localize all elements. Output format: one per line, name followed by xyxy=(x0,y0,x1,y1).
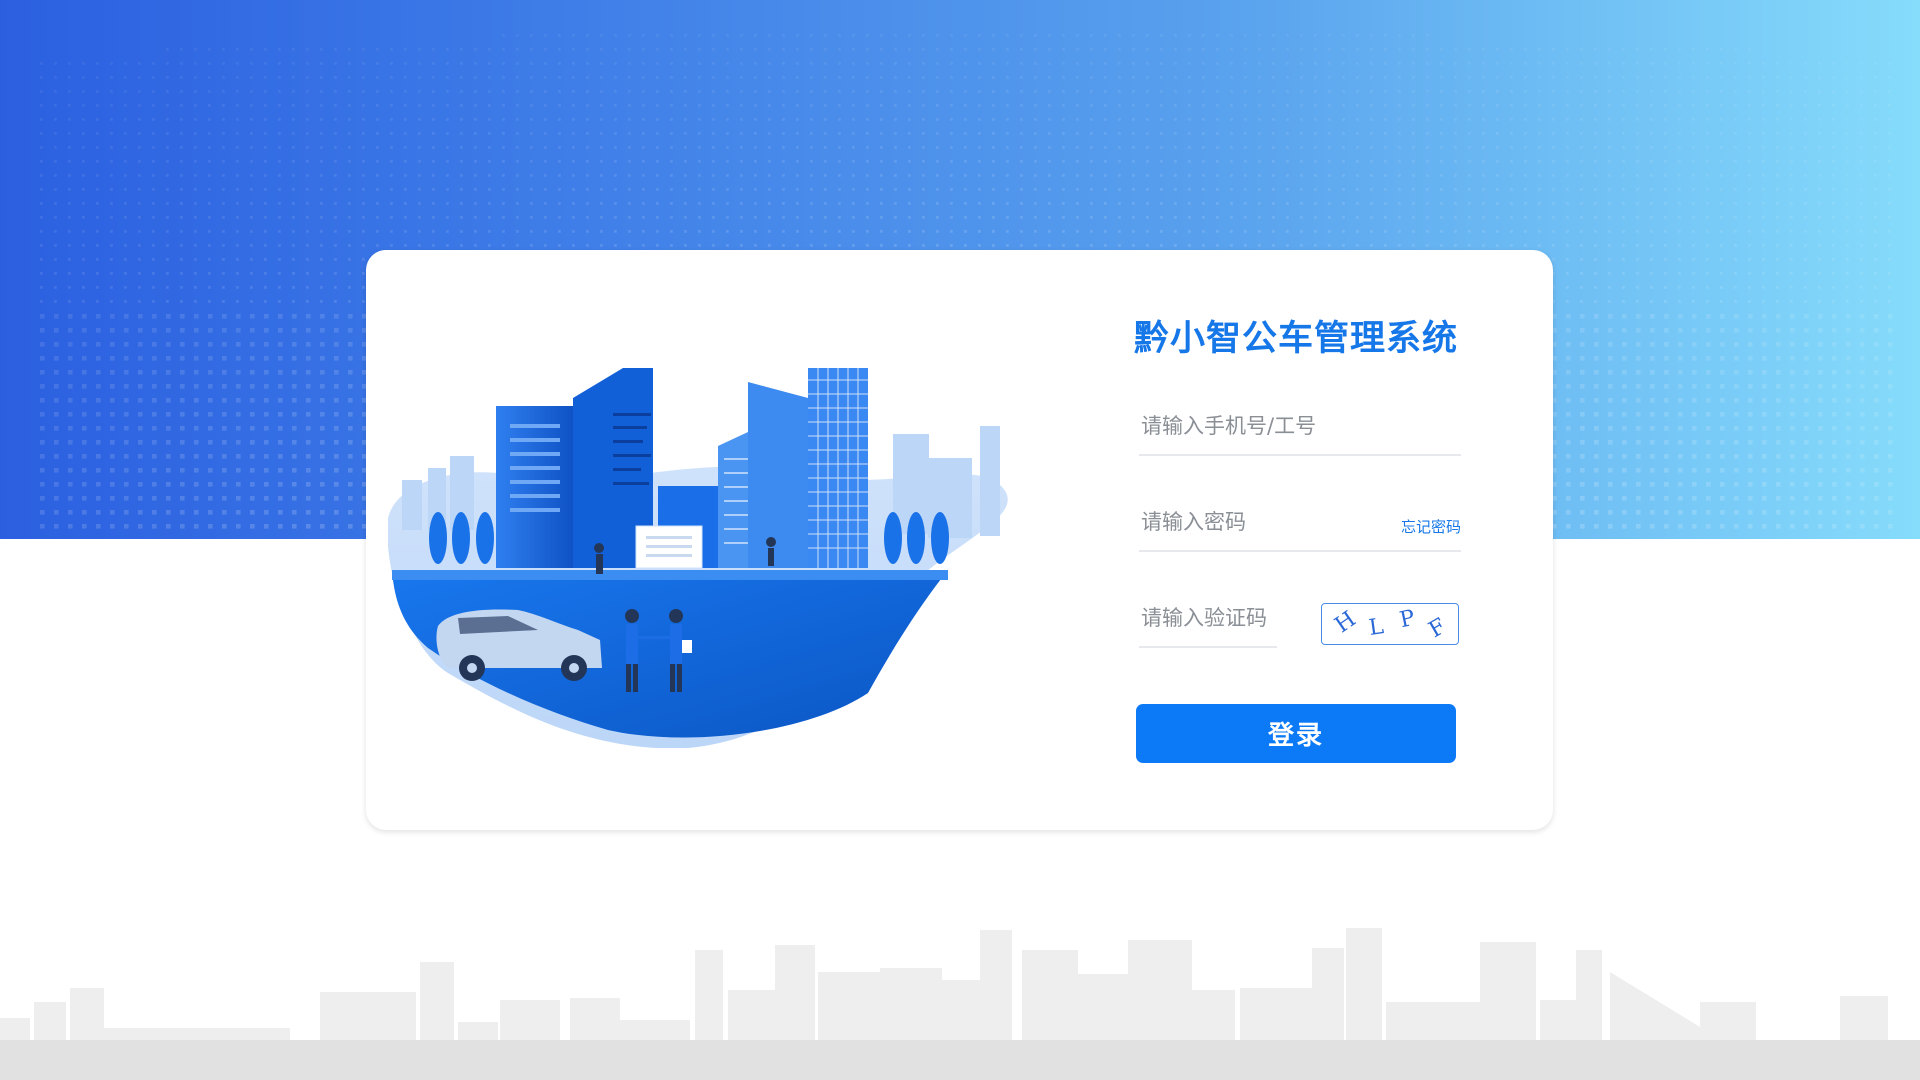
captcha-field xyxy=(1139,596,1281,648)
captcha-char: F xyxy=(1424,613,1451,644)
password-field: 忘记密码 xyxy=(1139,500,1465,552)
captcha-char: L xyxy=(1367,614,1386,641)
login-card: 黔小智公车管理系统 忘记密码 H L P F 登录 xyxy=(366,250,1553,830)
city-business-illustration xyxy=(388,368,1008,748)
phone-field xyxy=(1139,404,1465,456)
login-button[interactable]: 登录 xyxy=(1136,704,1456,763)
forgot-password-link[interactable]: 忘记密码 xyxy=(1401,516,1461,537)
captcha-char: P xyxy=(1397,605,1418,634)
captcha-image[interactable]: H L P F xyxy=(1321,603,1459,645)
page-title: 黔小智公车管理系统 xyxy=(1134,319,1459,359)
phone-input[interactable] xyxy=(1139,404,1465,448)
login-page: 黔小智公车管理系统 忘记密码 H L P F 登录 xyxy=(0,0,1920,1080)
city-skyline-background xyxy=(0,928,1920,1080)
captcha-char: H xyxy=(1330,606,1361,639)
captcha-input[interactable] xyxy=(1139,596,1281,640)
